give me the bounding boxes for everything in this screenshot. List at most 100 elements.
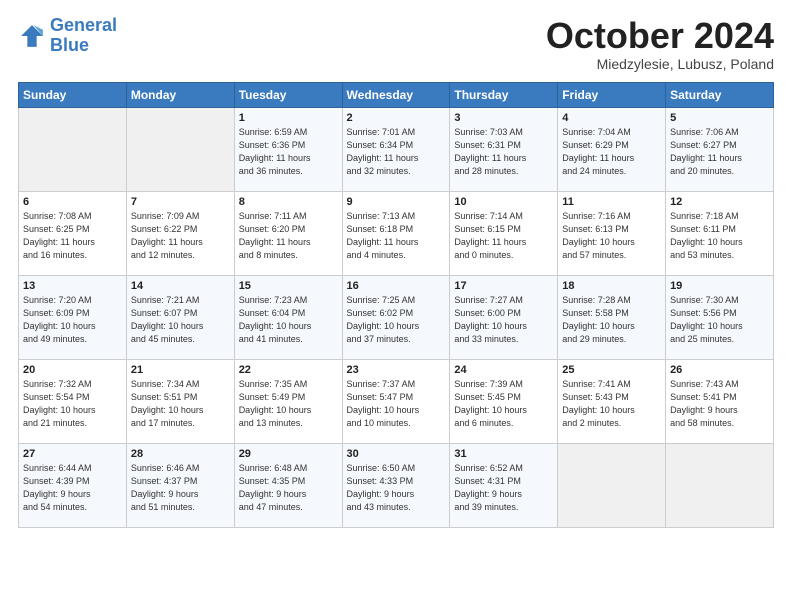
day-cell <box>666 443 774 527</box>
day-info: Sunrise: 6:50 AM Sunset: 4:33 PM Dayligh… <box>347 462 446 514</box>
day-info: Sunrise: 7:20 AM Sunset: 6:09 PM Dayligh… <box>23 294 122 346</box>
week-row-2: 6Sunrise: 7:08 AM Sunset: 6:25 PM Daylig… <box>19 191 774 275</box>
day-cell: 28 Sunrise: 6:46 AM Sunset: 4:37 PM Dayli… <box>126 443 234 527</box>
day-number: 21 <box>131 364 230 376</box>
day-cell: 19 Sunrise: 7:30 AM Sunset: 5:56 PM Dayli… <box>666 275 774 359</box>
day-cell: 16Sunrise: 7:25 AM Sunset: 6:02 PM Dayli… <box>342 275 450 359</box>
day-info: Sunrise: 7:09 AM Sunset: 6:22 PM Dayligh… <box>131 210 230 262</box>
day-cell: 5 Sunrise: 7:06 AM Sunset: 6:27 PM Daylig… <box>666 107 774 191</box>
day-info: Sunrise: 7:43 AM Sunset: 5:41 PM Dayligh… <box>670 378 769 430</box>
day-info: Sunrise: 7:28 AM Sunset: 5:58 PM Dayligh… <box>562 294 661 346</box>
header-row: SundayMondayTuesdayWednesdayThursdayFrid… <box>19 82 774 107</box>
day-cell: 6Sunrise: 7:08 AM Sunset: 6:25 PM Daylig… <box>19 191 127 275</box>
header-cell-monday: Monday <box>126 82 234 107</box>
day-cell: 12 Sunrise: 7:18 AM Sunset: 6:11 PM Dayli… <box>666 191 774 275</box>
header-cell-wednesday: Wednesday <box>342 82 450 107</box>
header-cell-thursday: Thursday <box>450 82 558 107</box>
day-info: Sunrise: 7:06 AM Sunset: 6:27 PM Dayligh… <box>670 126 769 178</box>
day-cell: 7 Sunrise: 7:09 AM Sunset: 6:22 PM Daylig… <box>126 191 234 275</box>
day-number: 4 <box>562 112 661 124</box>
day-info: Sunrise: 7:03 AM Sunset: 6:31 PM Dayligh… <box>454 126 553 178</box>
day-info: Sunrise: 7:14 AM Sunset: 6:15 PM Dayligh… <box>454 210 553 262</box>
day-cell: 20 Sunrise: 7:32 AM Sunset: 5:54 PM Dayli… <box>19 359 127 443</box>
day-number: 31 <box>454 448 553 460</box>
day-info: Sunrise: 6:46 AM Sunset: 4:37 PM Dayligh… <box>131 462 230 514</box>
day-number: 14 <box>131 280 230 292</box>
day-number: 24 <box>454 364 553 376</box>
day-number: 5 <box>670 112 769 124</box>
week-row-1: 1Sunrise: 6:59 AM Sunset: 6:36 PM Daylig… <box>19 107 774 191</box>
week-row-3: 13 Sunrise: 7:20 AM Sunset: 6:09 PM Dayli… <box>19 275 774 359</box>
day-cell: 1Sunrise: 6:59 AM Sunset: 6:36 PM Daylig… <box>234 107 342 191</box>
day-number: 9 <box>347 196 446 208</box>
day-cell <box>558 443 666 527</box>
day-number: 8 <box>239 196 338 208</box>
day-info: Sunrise: 6:59 AM Sunset: 6:36 PM Dayligh… <box>239 126 338 178</box>
logo-icon <box>18 22 46 50</box>
day-number: 7 <box>131 196 230 208</box>
day-cell: 4 Sunrise: 7:04 AM Sunset: 6:29 PM Daylig… <box>558 107 666 191</box>
day-cell: 26 Sunrise: 7:43 AM Sunset: 5:41 PM Dayli… <box>666 359 774 443</box>
day-cell: 9 Sunrise: 7:13 AM Sunset: 6:18 PM Daylig… <box>342 191 450 275</box>
day-info: Sunrise: 7:35 AM Sunset: 5:49 PM Dayligh… <box>239 378 338 430</box>
week-row-5: 27Sunrise: 6:44 AM Sunset: 4:39 PM Dayli… <box>19 443 774 527</box>
day-info: Sunrise: 7:04 AM Sunset: 6:29 PM Dayligh… <box>562 126 661 178</box>
day-info: Sunrise: 7:32 AM Sunset: 5:54 PM Dayligh… <box>23 378 122 430</box>
day-number: 6 <box>23 196 122 208</box>
day-cell: 2 Sunrise: 7:01 AM Sunset: 6:34 PM Daylig… <box>342 107 450 191</box>
day-info: Sunrise: 7:39 AM Sunset: 5:45 PM Dayligh… <box>454 378 553 430</box>
day-info: Sunrise: 7:37 AM Sunset: 5:47 PM Dayligh… <box>347 378 446 430</box>
day-cell: 10 Sunrise: 7:14 AM Sunset: 6:15 PM Dayli… <box>450 191 558 275</box>
day-number: 15 <box>239 280 338 292</box>
day-number: 10 <box>454 196 553 208</box>
day-info: Sunrise: 7:25 AM Sunset: 6:02 PM Dayligh… <box>347 294 446 346</box>
day-cell: 29 Sunrise: 6:48 AM Sunset: 4:35 PM Dayli… <box>234 443 342 527</box>
header-cell-saturday: Saturday <box>666 82 774 107</box>
day-info: Sunrise: 7:13 AM Sunset: 6:18 PM Dayligh… <box>347 210 446 262</box>
day-info: Sunrise: 7:34 AM Sunset: 5:51 PM Dayligh… <box>131 378 230 430</box>
day-number: 18 <box>562 280 661 292</box>
logo-text: General Blue <box>50 16 117 56</box>
day-cell: 14Sunrise: 7:21 AM Sunset: 6:07 PM Dayli… <box>126 275 234 359</box>
header: General Blue October 2024 Miedzylesie, L… <box>18 16 774 72</box>
day-number: 2 <box>347 112 446 124</box>
day-number: 27 <box>23 448 122 460</box>
day-cell <box>126 107 234 191</box>
day-number: 28 <box>131 448 230 460</box>
day-cell: 8 Sunrise: 7:11 AM Sunset: 6:20 PM Daylig… <box>234 191 342 275</box>
day-number: 17 <box>454 280 553 292</box>
day-cell: 3 Sunrise: 7:03 AM Sunset: 6:31 PM Daylig… <box>450 107 558 191</box>
day-number: 26 <box>670 364 769 376</box>
header-cell-sunday: Sunday <box>19 82 127 107</box>
day-cell <box>19 107 127 191</box>
day-number: 30 <box>347 448 446 460</box>
day-cell: 23 Sunrise: 7:37 AM Sunset: 5:47 PM Dayli… <box>342 359 450 443</box>
day-cell: 21 Sunrise: 7:34 AM Sunset: 5:51 PM Dayli… <box>126 359 234 443</box>
calendar-table: SundayMondayTuesdayWednesdayThursdayFrid… <box>18 82 774 528</box>
logo: General Blue <box>18 16 117 56</box>
day-number: 12 <box>670 196 769 208</box>
title-block: October 2024 Miedzylesie, Lubusz, Poland <box>546 16 774 72</box>
day-info: Sunrise: 6:48 AM Sunset: 4:35 PM Dayligh… <box>239 462 338 514</box>
day-number: 20 <box>23 364 122 376</box>
day-number: 19 <box>670 280 769 292</box>
logo-line1: General <box>50 15 117 35</box>
header-cell-friday: Friday <box>558 82 666 107</box>
day-number: 3 <box>454 112 553 124</box>
day-cell: 30 Sunrise: 6:50 AM Sunset: 4:33 PM Dayli… <box>342 443 450 527</box>
day-number: 11 <box>562 196 661 208</box>
day-cell: 31Sunrise: 6:52 AM Sunset: 4:31 PM Dayli… <box>450 443 558 527</box>
day-cell: 18 Sunrise: 7:28 AM Sunset: 5:58 PM Dayli… <box>558 275 666 359</box>
day-info: Sunrise: 7:18 AM Sunset: 6:11 PM Dayligh… <box>670 210 769 262</box>
day-number: 23 <box>347 364 446 376</box>
day-info: Sunrise: 7:01 AM Sunset: 6:34 PM Dayligh… <box>347 126 446 178</box>
day-info: Sunrise: 7:11 AM Sunset: 6:20 PM Dayligh… <box>239 210 338 262</box>
month-title: October 2024 <box>546 16 774 56</box>
header-cell-tuesday: Tuesday <box>234 82 342 107</box>
week-row-4: 20 Sunrise: 7:32 AM Sunset: 5:54 PM Dayli… <box>19 359 774 443</box>
day-number: 29 <box>239 448 338 460</box>
day-info: Sunrise: 7:16 AM Sunset: 6:13 PM Dayligh… <box>562 210 661 262</box>
day-info: Sunrise: 7:30 AM Sunset: 5:56 PM Dayligh… <box>670 294 769 346</box>
day-info: Sunrise: 7:41 AM Sunset: 5:43 PM Dayligh… <box>562 378 661 430</box>
day-number: 13 <box>23 280 122 292</box>
